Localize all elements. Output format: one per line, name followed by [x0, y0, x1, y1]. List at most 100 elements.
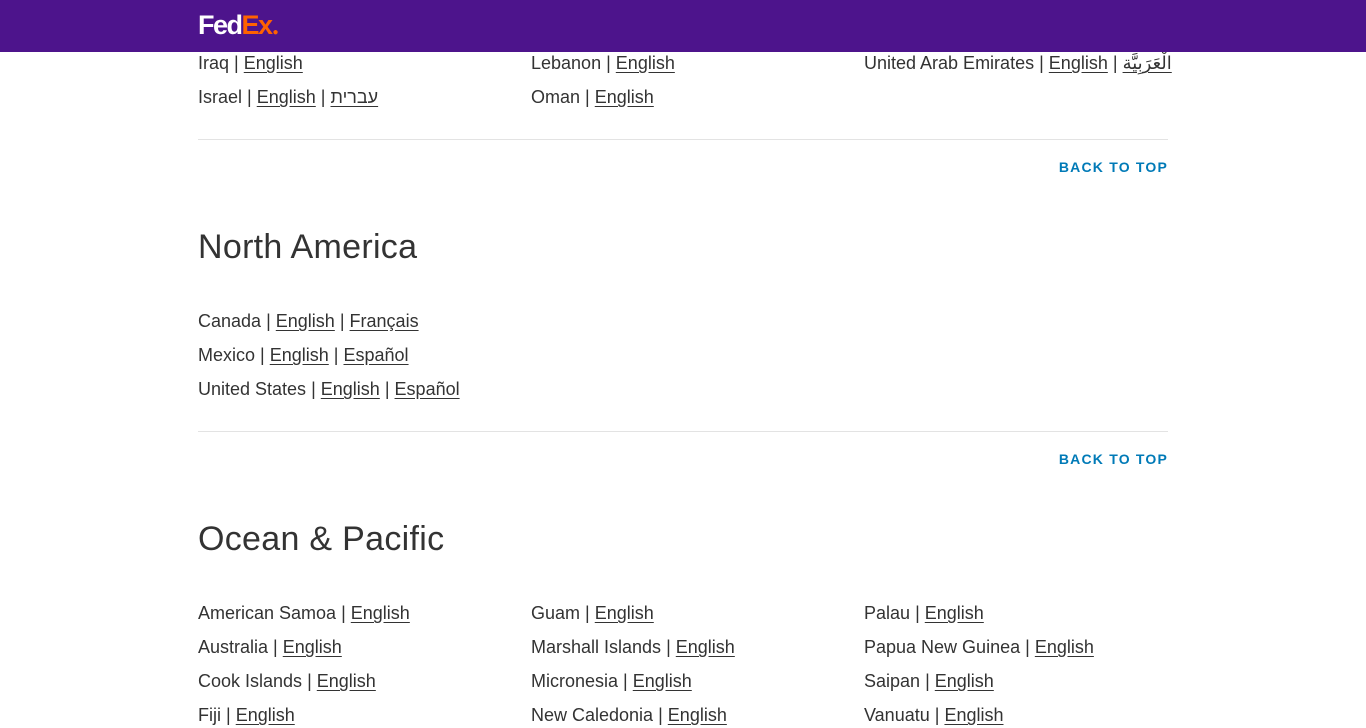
language-link-english[interactable]: English — [276, 311, 335, 331]
country-row: Israel | English | עברית — [198, 85, 378, 109]
country-row: Australia | English — [198, 635, 342, 659]
language-link-english[interactable]: English — [270, 345, 329, 365]
language-link-english[interactable]: English — [925, 603, 984, 623]
site-header: Fed Ex ● — [0, 0, 1366, 52]
section-divider — [198, 431, 1168, 432]
separator: | — [623, 671, 628, 691]
separator: | — [666, 637, 671, 657]
country-name: Iraq — [198, 53, 230, 73]
language-link-hebrew[interactable]: עברית — [331, 87, 379, 107]
separator: | — [341, 603, 346, 623]
language-link-english[interactable]: English — [676, 637, 735, 657]
back-to-top-link[interactable]: BACK TO TOP — [1059, 159, 1168, 175]
country-row: Marshall Islands | English — [531, 635, 735, 659]
country-row: United Arab Emirates | English | الْعَرَ… — [864, 51, 1172, 75]
language-link-english[interactable]: English — [236, 705, 295, 725]
country-row: Fiji | English — [198, 703, 295, 727]
country-name: Palau — [864, 603, 911, 623]
separator: | — [273, 637, 278, 657]
country-name: Australia — [198, 637, 269, 657]
language-link-spanish[interactable]: Español — [395, 379, 460, 399]
language-link-english[interactable]: English — [244, 53, 303, 73]
language-link-english[interactable]: English — [283, 637, 342, 657]
country-row: Mexico | English | Español — [198, 343, 409, 367]
language-link-english[interactable]: English — [1035, 637, 1094, 657]
language-link-english[interactable]: English — [595, 603, 654, 623]
separator: | — [585, 603, 590, 623]
language-link-french[interactable]: Français — [350, 311, 419, 331]
country-row: Vanuatu | English — [864, 703, 1004, 727]
country-row: Oman | English — [531, 85, 654, 109]
language-link-english[interactable]: English — [944, 705, 1003, 725]
language-link-arabic[interactable]: الْعَرَبِيَّة — [1123, 53, 1172, 73]
separator: | — [307, 671, 312, 691]
separator: | — [247, 87, 252, 107]
separator: | — [333, 345, 339, 365]
country-name: Papua New Guinea — [864, 637, 1021, 657]
separator: | — [934, 705, 940, 725]
separator: | — [1039, 53, 1044, 73]
language-link-spanish[interactable]: Español — [344, 345, 409, 365]
language-link-english[interactable]: English — [1049, 53, 1108, 73]
country-name: Marshall Islands — [531, 637, 662, 657]
country-name: Saipan — [864, 671, 921, 691]
country-row: Palau | English — [864, 601, 984, 625]
country-name: Canada — [198, 311, 262, 331]
language-link-english[interactable]: English — [257, 87, 316, 107]
country-name: Oman — [531, 87, 581, 107]
separator: | — [339, 311, 345, 331]
country-name: American Samoa — [198, 603, 337, 623]
separator: | — [1112, 53, 1118, 73]
language-link-english[interactable]: English — [595, 87, 654, 107]
language-link-english[interactable]: English — [351, 603, 410, 623]
country-name: Lebanon — [531, 53, 602, 73]
logo-fed-text: Fed — [198, 10, 243, 40]
language-link-english[interactable]: English — [668, 705, 727, 725]
separator: | — [1025, 637, 1030, 657]
country-name: Israel — [198, 87, 243, 107]
country-name: Fiji — [198, 705, 221, 725]
separator: | — [311, 379, 316, 399]
separator: | — [585, 87, 590, 107]
country-name: New Caledonia — [531, 705, 654, 725]
country-name: United States — [198, 379, 307, 399]
country-row: American Samoa | English — [198, 601, 410, 625]
separator: | — [384, 379, 390, 399]
fedex-logo[interactable]: Fed Ex ● — [198, 10, 279, 40]
language-link-english[interactable]: English — [321, 379, 380, 399]
separator: | — [925, 671, 930, 691]
separator: | — [320, 87, 326, 107]
country-name: Guam — [531, 603, 581, 623]
language-link-english[interactable]: English — [616, 53, 675, 73]
country-name: United Arab Emirates — [864, 53, 1035, 73]
separator: | — [915, 603, 920, 623]
section-divider — [198, 139, 1168, 140]
country-row: Papua New Guinea | English — [864, 635, 1094, 659]
language-link-english[interactable]: English — [935, 671, 994, 691]
country-row: Canada | English | Français — [198, 309, 419, 333]
separator: | — [606, 53, 611, 73]
separator: | — [226, 705, 231, 725]
separator: | — [266, 311, 271, 331]
country-name: Cook Islands — [198, 671, 303, 691]
country-row: United States | English | Español — [198, 377, 460, 401]
region-title-ocean-pacific: Ocean & Pacific — [198, 520, 445, 558]
country-row: Lebanon | English — [531, 51, 675, 75]
country-row: Iraq | English — [198, 51, 303, 75]
country-row: Saipan | English — [864, 669, 994, 693]
separator: | — [260, 345, 265, 365]
country-row: Cook Islands | English — [198, 669, 376, 693]
logo-dot-icon: ● — [272, 27, 279, 38]
separator: | — [234, 53, 239, 73]
country-row: Micronesia | English — [531, 669, 692, 693]
separator: | — [658, 705, 663, 725]
back-to-top-link[interactable]: BACK TO TOP — [1059, 451, 1168, 467]
logo-ex-text: Ex — [241, 10, 274, 40]
country-row: Guam | English — [531, 601, 654, 625]
country-name: Vanuatu — [864, 705, 930, 725]
country-name: Micronesia — [531, 671, 619, 691]
country-row: New Caledonia | English — [531, 703, 727, 727]
region-title-north-america: North America — [198, 228, 418, 266]
language-link-english[interactable]: English — [633, 671, 692, 691]
language-link-english[interactable]: English — [317, 671, 376, 691]
